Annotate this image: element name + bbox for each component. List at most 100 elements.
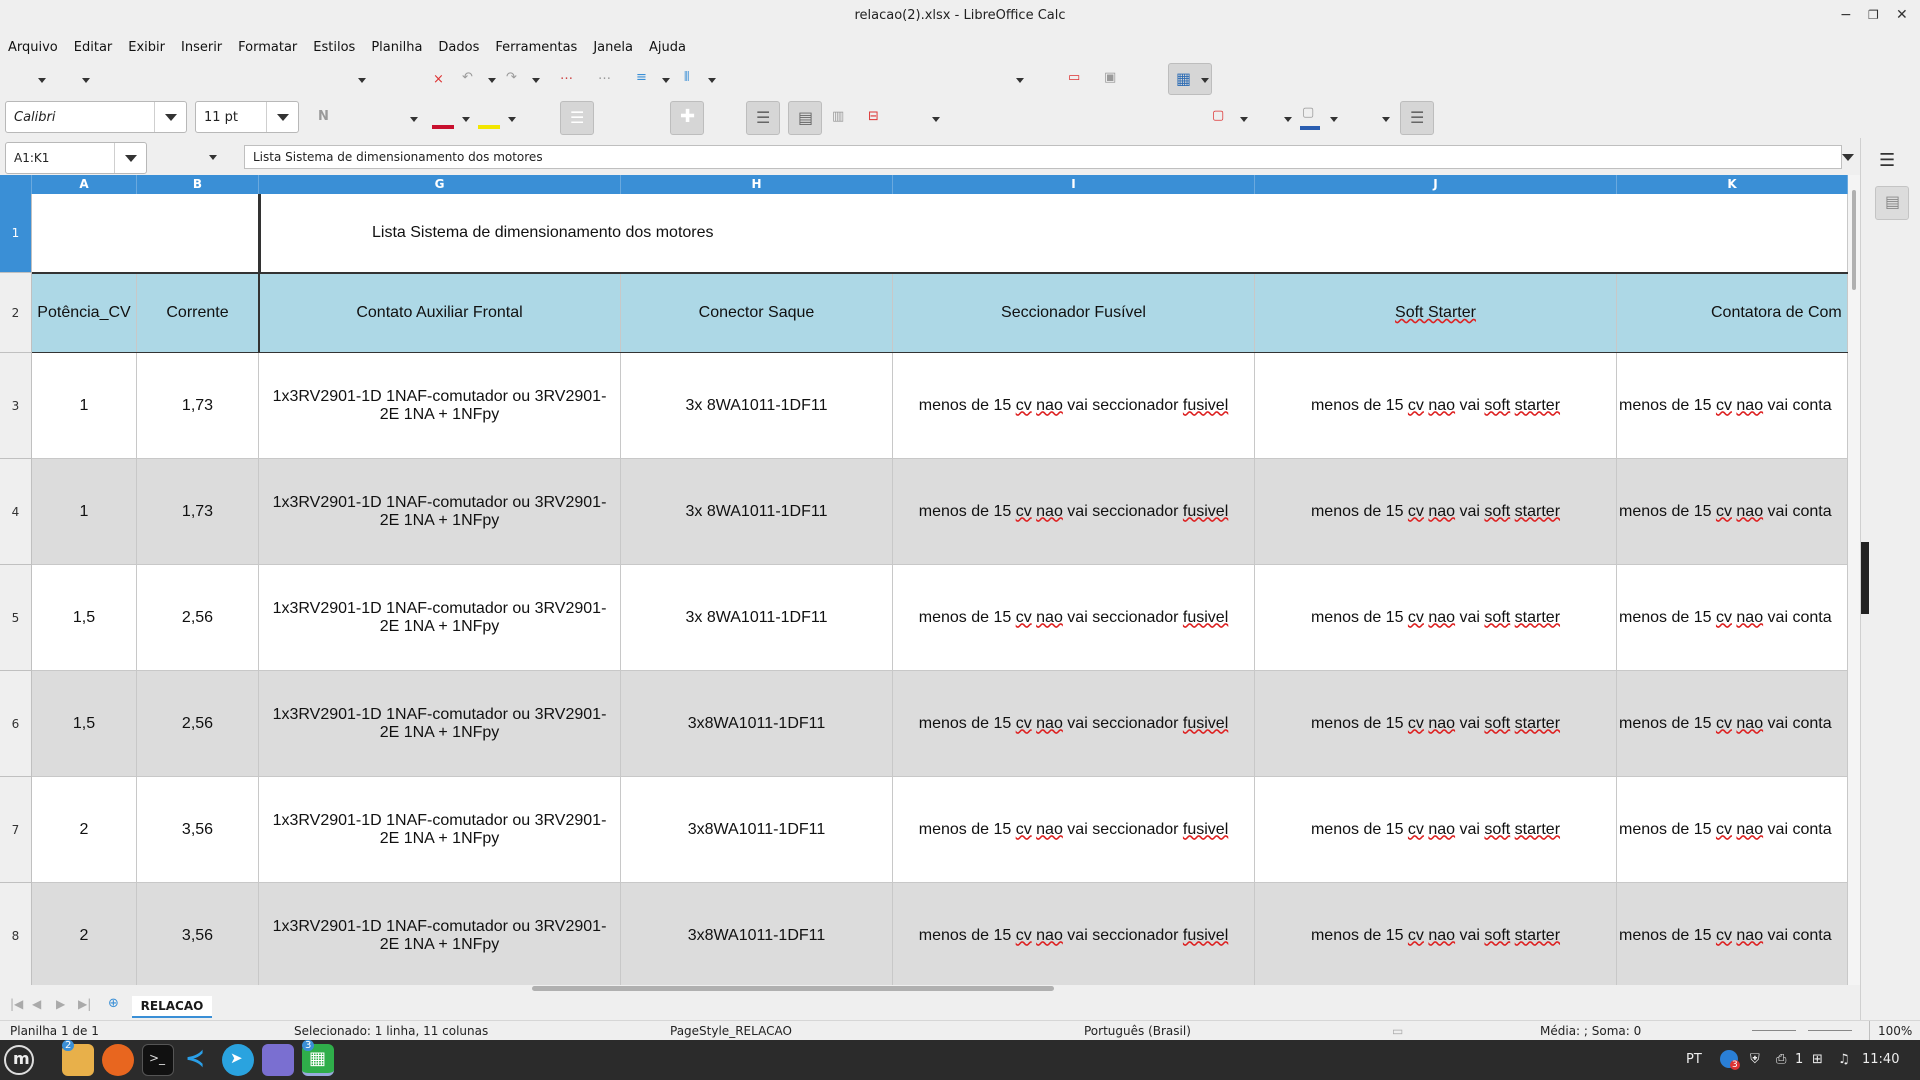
row-header-5[interactable]: 5 bbox=[0, 565, 32, 671]
menu-formatar[interactable]: Formatar bbox=[238, 40, 297, 55]
name-box[interactable]: A1:K1 bbox=[5, 142, 147, 174]
terminal-app-icon[interactable]: >_ bbox=[142, 1044, 174, 1076]
close-icon[interactable]: ✕ bbox=[1896, 7, 1908, 23]
cell-i6[interactable]: menos de 15 cv nao vai seccionador fusiv… bbox=[893, 671, 1255, 777]
headers-footers-icon[interactable]: ▣ bbox=[1104, 70, 1116, 85]
highlight-dropdown-icon[interactable] bbox=[508, 117, 516, 122]
cell-g8[interactable]: 1x3RV2901-1D 1NAF-comutador ou 3RV2901-2… bbox=[259, 883, 621, 985]
menu-exibir[interactable]: Exibir bbox=[128, 40, 165, 55]
cell-a5[interactable]: 1,5 bbox=[32, 565, 137, 671]
status-language[interactable]: Português (Brasil) bbox=[1084, 1024, 1191, 1038]
cell-h8[interactable]: 3x8WA1011-1DF11 bbox=[621, 883, 893, 985]
cell-a7[interactable]: 2 bbox=[32, 777, 137, 883]
menu-planilha[interactable]: Planilha bbox=[371, 40, 422, 55]
row-header-8[interactable]: 8 bbox=[0, 883, 32, 985]
cell-b3[interactable]: 1,73 bbox=[137, 353, 259, 459]
row-header-7[interactable]: 7 bbox=[0, 777, 32, 883]
cell-h4[interactable]: 3x 8WA1011-1DF11 bbox=[621, 459, 893, 565]
status-sum[interactable]: Média: ; Soma: 0 bbox=[1540, 1024, 1641, 1038]
menu-estilos[interactable]: Estilos bbox=[313, 40, 355, 55]
clear-formatting-icon[interactable]: × bbox=[433, 72, 444, 87]
sidebar-menu-icon[interactable]: ☰ bbox=[1879, 150, 1895, 171]
first-sheet-icon[interactable]: |◀ bbox=[10, 997, 23, 1011]
cell-b6[interactable]: 2,56 bbox=[137, 671, 259, 777]
cell-i5[interactable]: menos de 15 cv nao vai seccionador fusiv… bbox=[893, 565, 1255, 671]
conditional-format-button[interactable]: ☰ bbox=[1400, 101, 1434, 135]
freeze-dropdown-icon[interactable] bbox=[1201, 78, 1209, 83]
col-header-k[interactable]: K bbox=[1617, 175, 1848, 194]
freeze-rows-columns-button[interactable]: ▦ bbox=[1168, 63, 1212, 95]
printer-icon[interactable]: ⎙ bbox=[1776, 1052, 1786, 1067]
menu-arquivo[interactable]: Arquivo bbox=[8, 40, 58, 55]
row-header-3[interactable]: 3 bbox=[0, 353, 32, 459]
column-dropdown-icon[interactable] bbox=[708, 78, 716, 83]
header-cell-g[interactable]: Contato Auxiliar Frontal bbox=[259, 274, 621, 353]
font-name-dropdown-icon[interactable] bbox=[154, 102, 186, 132]
cell-k3[interactable]: menos de 15 cv nao vai conta bbox=[1617, 353, 1848, 459]
cell-k6[interactable]: menos de 15 cv nao vai conta bbox=[1617, 671, 1848, 777]
row-dropdown-icon[interactable] bbox=[662, 78, 670, 83]
cell-g7[interactable]: 1x3RV2901-1D 1NAF-comutador ou 3RV2901-2… bbox=[259, 777, 621, 883]
find-replace-icon[interactable]: … bbox=[560, 68, 573, 83]
cell-b7[interactable]: 3,56 bbox=[137, 777, 259, 883]
keyboard-layout[interactable]: PT bbox=[1686, 1052, 1702, 1067]
select-all-corner[interactable] bbox=[0, 175, 32, 194]
cell-j6[interactable]: menos de 15 cv nao vai soft starter bbox=[1255, 671, 1617, 777]
border-color-dropdown-icon[interactable] bbox=[1330, 117, 1338, 122]
sheet-tab-relacao[interactable]: RELACAO bbox=[132, 996, 212, 1018]
highlight-color-swatch[interactable] bbox=[478, 125, 500, 129]
expand-formula-icon[interactable] bbox=[1842, 154, 1854, 161]
font-color-swatch[interactable] bbox=[432, 125, 454, 129]
cell-a3[interactable]: 1 bbox=[32, 353, 137, 459]
cell-a4[interactable]: 1 bbox=[32, 459, 137, 565]
spreadsheet-grid[interactable]: ABGHIJK 1 2 3 4 5 6 7 8 Lista Sistema de dimensi… bbox=[0, 175, 1848, 985]
cell-k7[interactable]: menos de 15 cv nao vai conta bbox=[1617, 777, 1848, 883]
col-header-i[interactable]: I bbox=[893, 175, 1255, 194]
chart-dropdown-icon[interactable] bbox=[1016, 78, 1024, 83]
menu-inserir[interactable]: Inserir bbox=[181, 40, 222, 55]
sidebar-collapse-handle[interactable] bbox=[1861, 542, 1869, 614]
redo-dropdown-icon[interactable] bbox=[532, 78, 540, 83]
cell-h5[interactable]: 3x 8WA1011-1DF11 bbox=[621, 565, 893, 671]
underline-dropdown-icon[interactable] bbox=[410, 117, 418, 122]
cell-j4[interactable]: menos de 15 cv nao vai soft starter bbox=[1255, 459, 1617, 565]
formula-input[interactable]: Lista Sistema de dimensionamento dos mot… bbox=[244, 145, 1842, 169]
border-color-swatch[interactable] bbox=[1300, 126, 1320, 130]
sheet-title-cell[interactable]: Lista Sistema de dimensionamento dos mot… bbox=[259, 194, 1848, 273]
bold-icon[interactable]: N bbox=[318, 109, 329, 124]
row-icon[interactable]: ≡ bbox=[636, 70, 647, 85]
row-header-2[interactable]: 2 bbox=[0, 273, 32, 353]
redo-icon[interactable]: ↷ bbox=[506, 70, 517, 85]
cell-b8[interactable]: 3,56 bbox=[137, 883, 259, 985]
borders-dropdown-icon[interactable] bbox=[1240, 117, 1248, 122]
name-box-dropdown-icon[interactable] bbox=[114, 143, 146, 173]
spelling-icon[interactable]: … bbox=[598, 68, 611, 83]
number-format-dropdown-icon[interactable] bbox=[932, 117, 940, 122]
zoom-slider-left[interactable] bbox=[1752, 1030, 1796, 1031]
shield-icon[interactable]: ⛨ bbox=[1750, 1052, 1760, 1067]
header-cell-i[interactable]: Seccionador Fusível bbox=[893, 274, 1255, 353]
paste-dropdown-icon[interactable] bbox=[358, 78, 366, 83]
wrap-text-button[interactable]: ☰ bbox=[746, 101, 780, 135]
telegram-app-icon[interactable]: ➤ bbox=[222, 1044, 254, 1076]
align-middle-icon[interactable]: ▥ bbox=[832, 109, 844, 124]
cell-b4[interactable]: 1,73 bbox=[137, 459, 259, 565]
properties-button[interactable]: ▤ bbox=[1875, 186, 1909, 220]
previous-sheet-icon[interactable]: ◀ bbox=[32, 997, 41, 1011]
cell-g3[interactable]: 1x3RV2901-1D 1NAF-comutador ou 3RV2901-2… bbox=[259, 353, 621, 459]
add-sheet-icon[interactable]: ⊕ bbox=[108, 996, 119, 1011]
status-page-style[interactable]: PageStyle_RELACAO bbox=[670, 1024, 792, 1038]
cell-j3[interactable]: menos de 15 cv nao vai soft starter bbox=[1255, 353, 1617, 459]
function-wizard-dropdown-icon[interactable] bbox=[209, 155, 217, 160]
cell-g4[interactable]: 1x3RV2901-1D 1NAF-comutador ou 3RV2901-2… bbox=[259, 459, 621, 565]
border-style-dropdown-icon[interactable] bbox=[1284, 117, 1292, 122]
comment-icon[interactable]: ▭ bbox=[1068, 70, 1080, 85]
align-top-button[interactable]: ▤ bbox=[788, 101, 822, 135]
row-header-4[interactable]: 4 bbox=[0, 459, 32, 565]
open-dropdown-icon[interactable] bbox=[82, 78, 90, 83]
col-header-b[interactable]: B bbox=[137, 175, 259, 194]
horizontal-scroll-thumb[interactable] bbox=[532, 986, 1054, 991]
cell-h7[interactable]: 3x8WA1011-1DF11 bbox=[621, 777, 893, 883]
font-size-box[interactable]: 11 pt bbox=[195, 101, 299, 133]
cell-i4[interactable]: menos de 15 cv nao vai seccionador fusiv… bbox=[893, 459, 1255, 565]
